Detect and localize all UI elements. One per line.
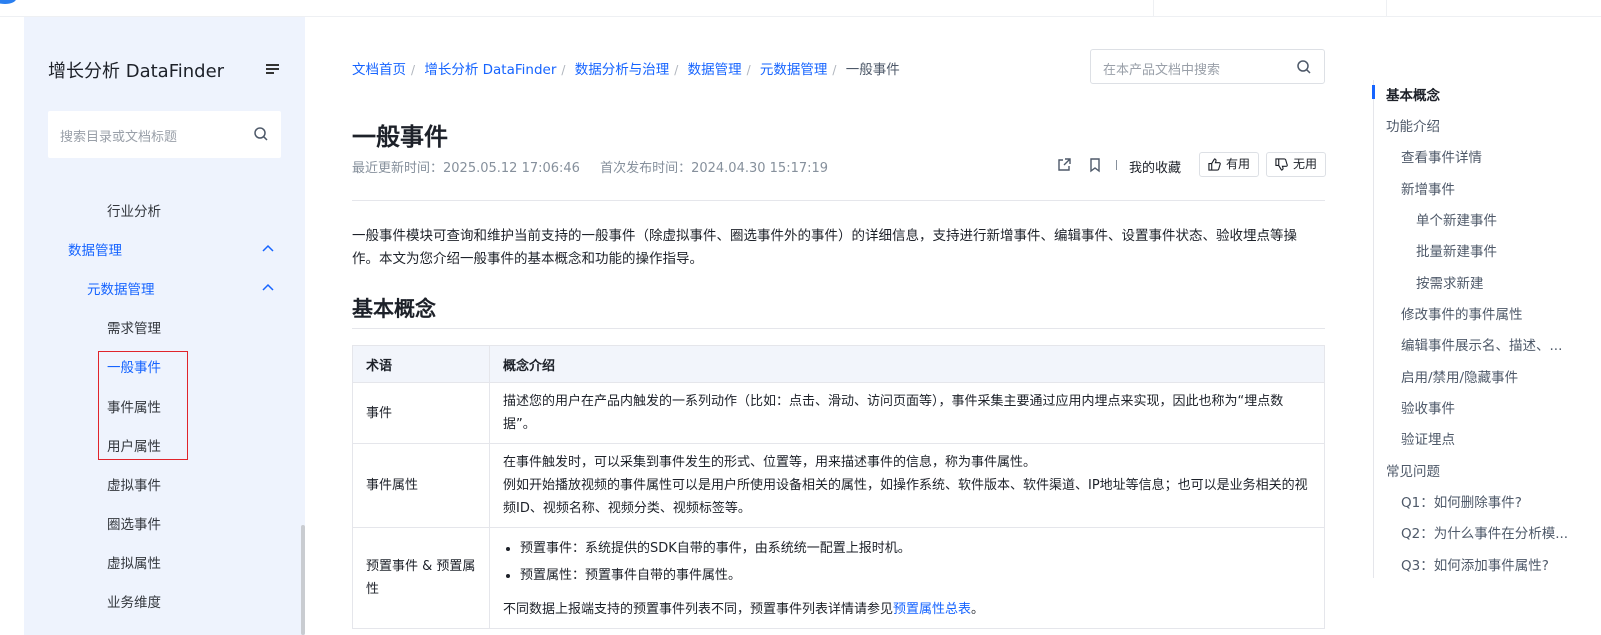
toc-item-basic-concepts[interactable]: 基本概念	[1386, 84, 1440, 104]
table-cell-term: 事件	[352, 382, 490, 444]
sidebar-item-metadata-management[interactable]: 元数据管理	[87, 278, 155, 298]
table-cell-desc: 在事件触发时，可以采集到事件发生的形式、位置等，用来描述事件的信息，称为事件属性…	[489, 443, 1325, 528]
breadcrumb-item[interactable]: 数据管理	[688, 62, 742, 78]
share-icon[interactable]	[1056, 157, 1072, 173]
toc-item-single-create[interactable]: 单个新建事件	[1416, 209, 1497, 229]
logo-icon	[0, 0, 16, 4]
table-row: 事件属性 在事件触发时，可以采集到事件发生的形式、位置等，用来描述事件的信息，称…	[352, 443, 1325, 528]
table-header: 术语	[352, 345, 490, 383]
sidebar-item-virtual-events[interactable]: 虚拟事件	[107, 474, 161, 494]
toc-item-batch-create[interactable]: 批量新建事件	[1416, 240, 1497, 260]
toc-item-q3[interactable]: Q3：如何添加事件属性?	[1401, 554, 1549, 574]
toc-item-create-by-requirement[interactable]: 按需求新建	[1416, 272, 1484, 292]
useless-button[interactable]: 无用	[1266, 152, 1326, 177]
toc-item-faq[interactable]: 常见问题	[1386, 460, 1440, 480]
breadcrumb-item[interactable]: 元数据管理	[760, 62, 828, 78]
bullet-item: 预置事件：系统提供的SDK自带的事件，由系统统一配置上报时机。	[520, 535, 1311, 562]
updated-time: 最近更新时间：2025.05.12 17:06:46	[352, 161, 580, 176]
sidebar: 增长分析 DataFinder 搜索目录或文档标题 行业分析 数据管理 元数据管…	[24, 17, 305, 635]
toc-item-accept-event[interactable]: 验收事件	[1401, 397, 1455, 417]
table-cell-term: 预置事件 & 预置属性	[352, 527, 490, 629]
sidebar-item-data-management[interactable]: 数据管理	[68, 239, 122, 259]
toc-item-verify-tracking[interactable]: 验证埋点	[1401, 428, 1455, 448]
table-cell-desc: 预置事件：系统提供的SDK自带的事件，由系统统一配置上报时机。 预置属性：预置事…	[489, 527, 1325, 629]
sidebar-search-input[interactable]: 搜索目录或文档标题	[48, 111, 281, 158]
bullet-item: 预置属性：预置事件自带的事件属性。	[520, 562, 1311, 589]
sidebar-scrollbar[interactable]	[301, 525, 305, 635]
chevron-up-icon[interactable]	[262, 244, 274, 252]
bullet-list: 预置事件：系统提供的SDK自带的事件，由系统统一配置上报时机。 预置属性：预置事…	[503, 535, 1311, 589]
thumbs-down-icon	[1275, 158, 1288, 171]
top-bar	[0, 0, 1601, 17]
sidebar-item-business-dimensions[interactable]: 业务维度	[107, 591, 161, 611]
breadcrumb-item[interactable]: 数据分析与治理	[575, 62, 670, 78]
preset-properties-link[interactable]: 预置属性总表	[893, 602, 971, 617]
header-divider	[352, 200, 1325, 201]
toc-item-modify-event-properties[interactable]: 修改事件的事件属性	[1401, 303, 1523, 323]
top-bar-divider	[1153, 0, 1154, 17]
useless-label: 无用	[1293, 157, 1318, 171]
doc-search-placeholder: 在本产品文档中搜索	[1103, 63, 1221, 78]
thumbs-up-icon	[1208, 158, 1221, 171]
top-bar-divider	[1386, 0, 1387, 17]
doc-meta: 最近更新时间：2025.05.12 17:06:46 首次发布时间：2024.0…	[352, 157, 828, 176]
bookmark-icon[interactable]	[1087, 157, 1103, 173]
sidebar-item-circled-events[interactable]: 圈选事件	[107, 513, 161, 533]
annotation-highlight-box	[98, 351, 188, 460]
concept-table: 术语 概念介绍 事件 描述您的用户在产品内触发的一系列动作（比如：点击、滑动、访…	[352, 345, 1325, 629]
toc-item-q2[interactable]: Q2：为什么事件在分析模...	[1401, 522, 1568, 542]
desc-line: 例如开始播放视频的事件属性可以是用户所使用设备相关的属性，如操作系统、软件版本、…	[503, 478, 1308, 516]
breadcrumb-current: 一般事件	[845, 62, 900, 78]
toc-item-view-event-details[interactable]: 查看事件详情	[1401, 146, 1482, 166]
toc-track	[1373, 80, 1374, 578]
toc-item-features[interactable]: 功能介绍	[1386, 115, 1440, 135]
doc-search-input[interactable]: 在本产品文档中搜索	[1090, 49, 1325, 84]
search-icon[interactable]	[253, 126, 269, 142]
search-icon[interactable]	[1296, 59, 1312, 75]
table-header-row: 术语 概念介绍	[352, 345, 1325, 383]
sidebar-search-placeholder: 搜索目录或文档标题	[60, 130, 178, 145]
useful-button[interactable]: 有用	[1199, 152, 1259, 177]
intro-paragraph: 一般事件模块可查询和维护当前支持的一般事件（除虚拟事件、圈选事件外的事件）的详细…	[352, 228, 1297, 267]
toc-item-add-event[interactable]: 新增事件	[1401, 178, 1455, 198]
page-title: 一般事件	[352, 123, 448, 151]
sidebar-item-industry-analysis[interactable]: 行业分析	[107, 200, 161, 220]
sidebar-item-virtual-properties[interactable]: 虚拟属性	[107, 552, 161, 572]
toc-active-indicator	[1372, 85, 1375, 99]
breadcrumb-item[interactable]: 增长分析 DataFinder	[424, 62, 556, 78]
toc-item-enable-disable-hide[interactable]: 启用/禁用/隐藏事件	[1401, 366, 1518, 386]
table-row: 预置事件 & 预置属性 预置事件：系统提供的SDK自带的事件，由系统统一配置上报…	[352, 527, 1325, 629]
useful-label: 有用	[1226, 157, 1251, 171]
breadcrumb-item[interactable]: 文档首页	[352, 62, 406, 78]
table-note: 不同数据上报端支持的预置事件列表不同，预置事件列表详情请参见预置属性总表。	[503, 598, 1311, 621]
chevron-up-icon[interactable]	[262, 283, 274, 291]
table-cell-desc: 描述您的用户在产品内触发的一系列动作（比如：点击、滑动、访问页面等），事件采集主…	[489, 382, 1325, 444]
action-divider	[1116, 160, 1117, 170]
table-cell-term: 事件属性	[352, 443, 490, 528]
toc-item-q1[interactable]: Q1：如何删除事件?	[1401, 491, 1522, 511]
section-heading: 基本概念	[352, 297, 436, 321]
my-favorites-link[interactable]: 我的收藏	[1129, 157, 1181, 176]
menu-collapse-icon[interactable]	[266, 63, 280, 75]
toc-item-edit-display-name[interactable]: 编辑事件展示名、描述、...	[1401, 334, 1562, 354]
sidebar-item-requirement-management[interactable]: 需求管理	[107, 317, 161, 337]
note-text: 。	[971, 602, 985, 617]
published-time: 首次发布时间：2024.04.30 15:17:19	[600, 161, 829, 176]
table-header: 概念介绍	[489, 345, 1325, 383]
sidebar-title: 增长分析 DataFinder	[48, 61, 225, 82]
desc-line: 在事件触发时，可以采集到事件发生的形式、位置等，用来描述事件的信息，称为事件属性…	[503, 455, 1037, 470]
table-row: 事件 描述您的用户在产品内触发的一系列动作（比如：点击、滑动、访问页面等），事件…	[352, 382, 1325, 444]
breadcrumb: 文档首页 / 增长分析 DataFinder / 数据分析与治理 / 数据管理 / 元数…	[352, 62, 900, 78]
section-divider	[352, 328, 1325, 329]
note-text: 不同数据上报端支持的预置事件列表不同，预置事件列表详情请参见	[503, 602, 894, 617]
